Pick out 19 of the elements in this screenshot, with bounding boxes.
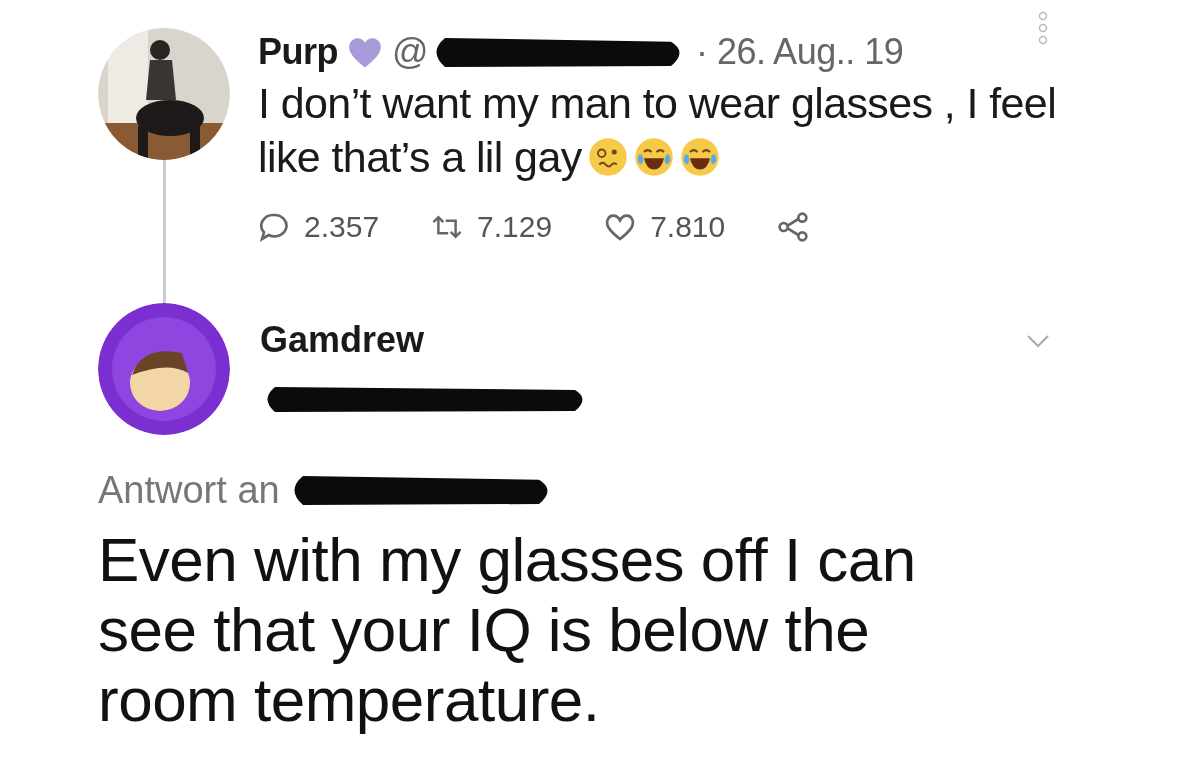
woozy-face-icon	[587, 137, 628, 177]
author-name[interactable]: Gamdrew	[260, 318, 590, 362]
tears-of-joy-icon	[633, 137, 674, 177]
tears-of-joy-icon	[679, 137, 720, 177]
user-handle[interactable]: @	[392, 31, 429, 73]
timestamp: · 26. Aug.. 19	[696, 31, 904, 73]
stat-count: 2.357	[304, 210, 380, 244]
author-name[interactable]: Purp	[258, 31, 338, 73]
share-icon[interactable]	[777, 211, 810, 243]
reply-text: Even with my glasses off I can see that your IQ is below the room temperature.	[98, 525, 917, 735]
speech-bubble-icon[interactable]	[258, 211, 290, 243]
avatar[interactable]	[98, 303, 230, 435]
stat-count: 7.810	[650, 210, 726, 244]
reply-to-label: Antwort an	[98, 468, 280, 512]
heart-icon[interactable]	[604, 211, 637, 243]
heart-icon	[346, 35, 384, 69]
tweet-text-line: I don’t want my man to wear glasses , I feel	[258, 78, 1057, 129]
stat-count: 7.129	[477, 210, 553, 244]
tweet-text-line: like that’s a lil gay	[258, 132, 582, 183]
